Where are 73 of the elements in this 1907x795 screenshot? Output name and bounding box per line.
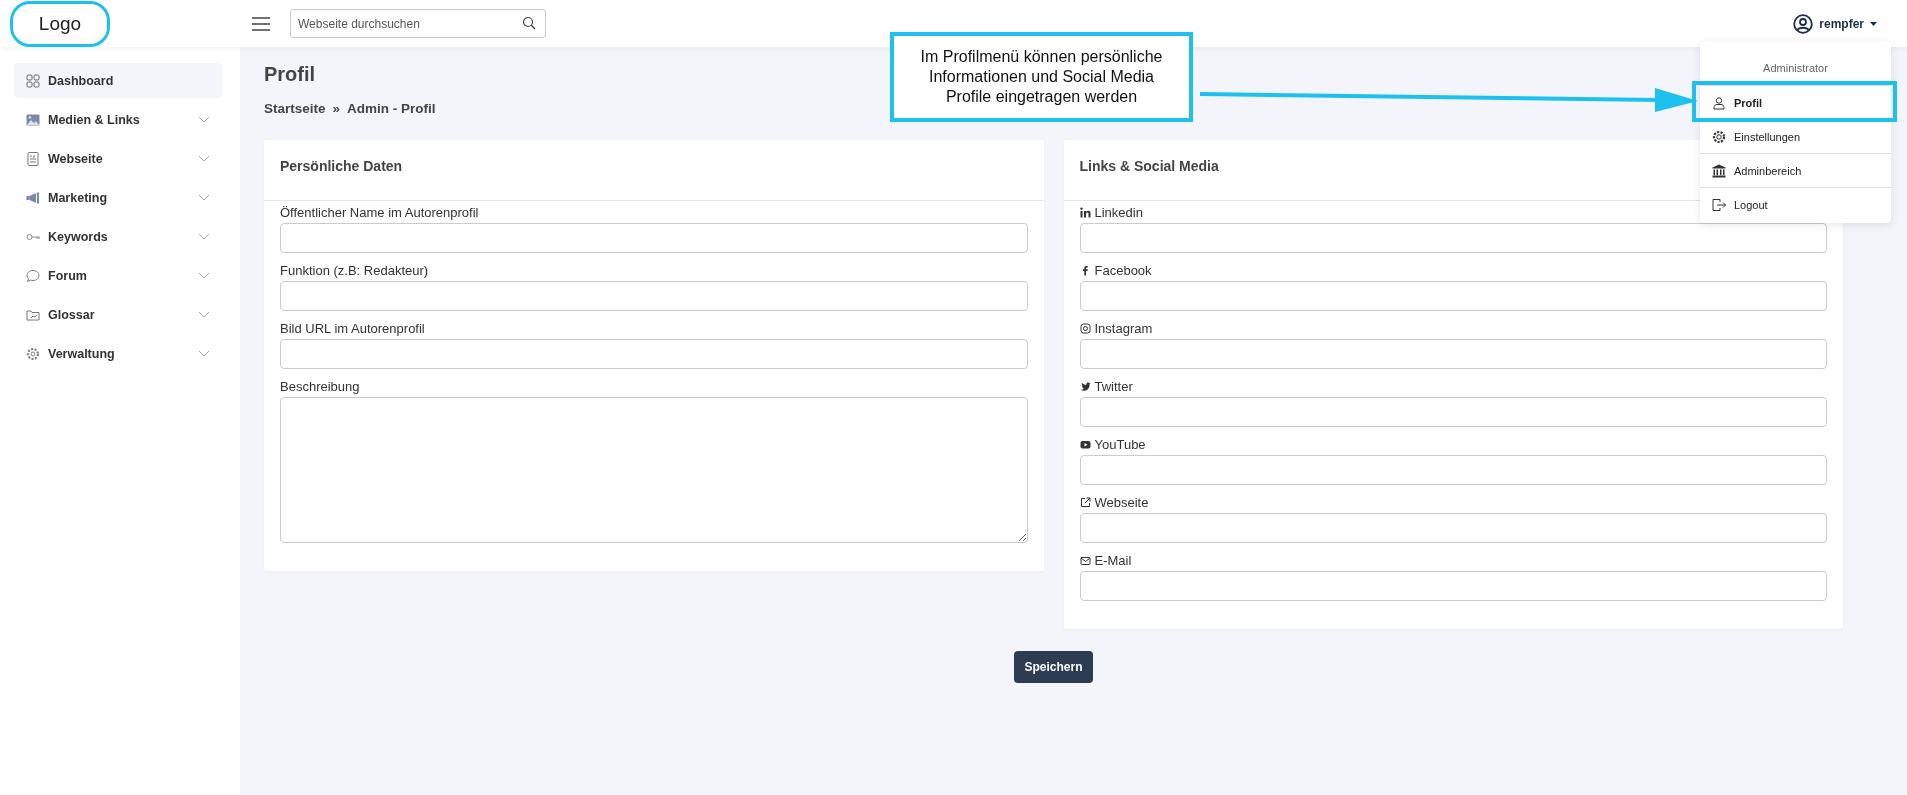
grid-icon — [26, 73, 40, 88]
field-label: Webseite — [1094, 494, 1149, 510]
field-label: Facebook — [1094, 262, 1152, 278]
menu-item[interactable]: Adminbereich — [1700, 153, 1891, 187]
field-label: Beschreibung — [280, 378, 360, 394]
youtube-icon — [1079, 438, 1091, 450]
user-name: rempfer — [1819, 16, 1864, 31]
breadcrumb-link[interactable]: Startseite — [264, 101, 326, 116]
image-icon — [26, 112, 40, 127]
chevron-icon — [198, 116, 210, 123]
text-input-field[interactable] — [280, 281, 1028, 311]
person-icon — [1712, 95, 1726, 110]
user-avatar-icon — [1793, 13, 1814, 34]
sidebar-item[interactable]: Keywords — [14, 219, 222, 254]
menu-item[interactable]: Profil — [1700, 85, 1891, 119]
text-input-field[interactable] — [1079, 397, 1827, 427]
text-input-field[interactable] — [1079, 339, 1827, 369]
sidebar-item[interactable]: Verwaltung — [14, 336, 222, 371]
envelope-icon — [1079, 554, 1091, 566]
field-label: Linkedin — [1094, 204, 1143, 220]
text-input-field[interactable] — [280, 223, 1028, 253]
chevron-icon — [198, 155, 210, 162]
folder-icon — [26, 307, 40, 322]
field-label: Bild URL im Autorenprofil — [280, 320, 425, 336]
twitter-icon — [1079, 380, 1091, 392]
page-title: Profil — [264, 62, 316, 87]
field-label: Twitter — [1094, 378, 1133, 394]
field-label: E-Mail — [1094, 552, 1132, 568]
annotation-callout: Im Profilmenü können persönliche Informationen und Social Media Profile eingetragen werden — [890, 32, 1193, 122]
gear-icon — [1712, 129, 1726, 144]
field-label: Instagram — [1094, 320, 1153, 336]
linkedin-icon — [1079, 206, 1091, 218]
field-label: YouTube — [1094, 436, 1146, 452]
breadcrumb-separator: » — [332, 101, 341, 116]
menu-icon[interactable] — [252, 16, 270, 31]
card-title: Persönliche Daten — [264, 140, 1044, 201]
menu-item[interactable]: Logout — [1700, 187, 1891, 221]
chevron-icon — [198, 194, 210, 201]
search-icon[interactable] — [522, 16, 536, 30]
save-button[interactable]: Speichern — [1014, 651, 1093, 683]
text-area-field[interactable] — [280, 397, 1028, 543]
speech-bubble-icon — [26, 268, 40, 283]
sidebar-item[interactable]: Medien & Links — [14, 102, 222, 137]
field-label: Funktion (z.B: Redakteur) — [280, 262, 429, 278]
sidebar-item[interactable]: Dashboard — [14, 63, 222, 98]
text-input-field[interactable] — [280, 339, 1028, 369]
chevron-icon — [198, 233, 210, 240]
gear-icon — [26, 346, 40, 361]
menu-item[interactable]: Einstellungen — [1700, 119, 1891, 153]
text-input-field[interactable] — [1079, 513, 1827, 543]
caret-icon — [1870, 21, 1877, 26]
breadcrumb-current: Admin - Profil — [347, 101, 436, 116]
user-role: Administrator — [1762, 61, 1829, 76]
document-icon — [26, 151, 40, 166]
text-input-field[interactable] — [1079, 455, 1827, 485]
chevron-icon — [198, 272, 210, 279]
search-field[interactable]: Webseite durchsuchen — [290, 9, 546, 38]
field-label: Öffentlicher Name im Autorenprofil — [280, 204, 479, 220]
text-input-field[interactable] — [1079, 223, 1827, 253]
user-menu-toggle[interactable]: rempfer — [1793, 13, 1877, 34]
text-input-field[interactable] — [1079, 281, 1827, 311]
text-input-field[interactable] — [1079, 571, 1827, 601]
megaphone-icon — [26, 190, 40, 205]
chevron-icon — [198, 350, 210, 357]
sidebar-item[interactable]: Webseite — [14, 141, 222, 176]
sidebar-item[interactable]: Marketing — [14, 180, 222, 215]
bank-building-icon — [1712, 163, 1726, 178]
instagram-icon — [1079, 322, 1091, 334]
sidebar-item[interactable]: Forum — [14, 258, 222, 293]
sidebar-item[interactable]: Glossar — [14, 297, 222, 332]
external-link-icon — [1079, 496, 1091, 508]
chevron-icon — [198, 311, 210, 318]
logout-icon — [1712, 197, 1726, 212]
